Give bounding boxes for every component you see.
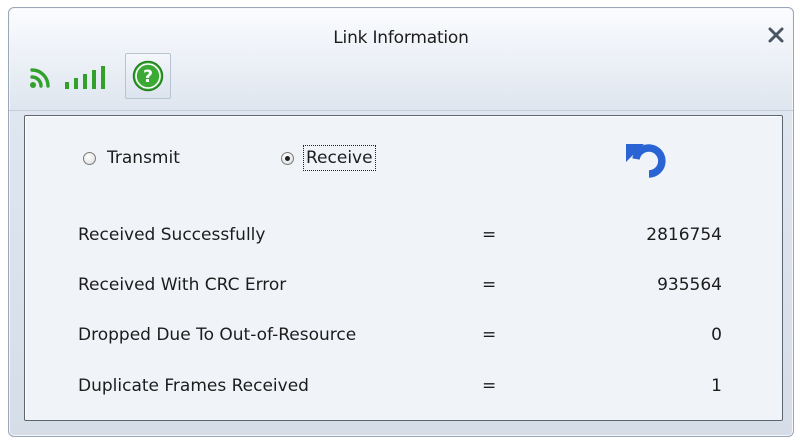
wifi-signal-icon[interactable]: [29, 66, 53, 90]
refresh-icon: [626, 144, 666, 178]
stat-value: 2816754: [646, 225, 722, 245]
svg-text:?: ?: [143, 67, 153, 87]
stats-row: Received Successfully = 2816754: [25, 223, 782, 251]
close-icon: [768, 27, 784, 43]
radio-selected-dot: [285, 155, 290, 161]
link-information-window: Link Information ? Transmit Receive Rece…: [8, 7, 794, 437]
transmit-radio[interactable]: Transmit: [83, 146, 180, 170]
transmit-radio-button[interactable]: [83, 151, 96, 165]
signal-strength-bars-icon[interactable]: [63, 62, 119, 92]
stat-value: 1: [711, 376, 722, 396]
help-button[interactable]: ?: [125, 53, 171, 99]
transmit-label: Transmit: [107, 148, 180, 168]
receive-label: Receive: [303, 145, 376, 171]
header-separator: [9, 110, 793, 111]
refresh-button[interactable]: [625, 138, 671, 184]
stat-value: 0: [711, 325, 722, 345]
receive-radio[interactable]: Receive: [281, 145, 376, 171]
link-stats-panel: Transmit Receive Received Successfully =…: [24, 115, 783, 421]
receive-radio-button[interactable]: [281, 151, 294, 165]
stat-label: Received Successfully: [78, 225, 266, 245]
close-button[interactable]: [765, 24, 787, 46]
equals-sign: =: [482, 225, 497, 245]
stats-row: Duplicate Frames Received = 1: [25, 374, 782, 402]
stat-label: Duplicate Frames Received: [78, 376, 309, 396]
window-title: Link Information: [333, 28, 469, 48]
help-icon: ?: [132, 60, 164, 92]
stat-label: Received With CRC Error: [78, 275, 287, 295]
equals-sign: =: [482, 325, 497, 345]
equals-sign: =: [482, 376, 497, 396]
stat-label: Dropped Due To Out-of-Resource: [78, 325, 357, 345]
toolbar: ?: [29, 53, 189, 100]
stats-row: Received With CRC Error = 935564: [25, 273, 782, 301]
stat-value: 935564: [657, 275, 722, 295]
stats-row: Dropped Due To Out-of-Resource = 0: [25, 323, 782, 351]
equals-sign: =: [482, 275, 497, 295]
